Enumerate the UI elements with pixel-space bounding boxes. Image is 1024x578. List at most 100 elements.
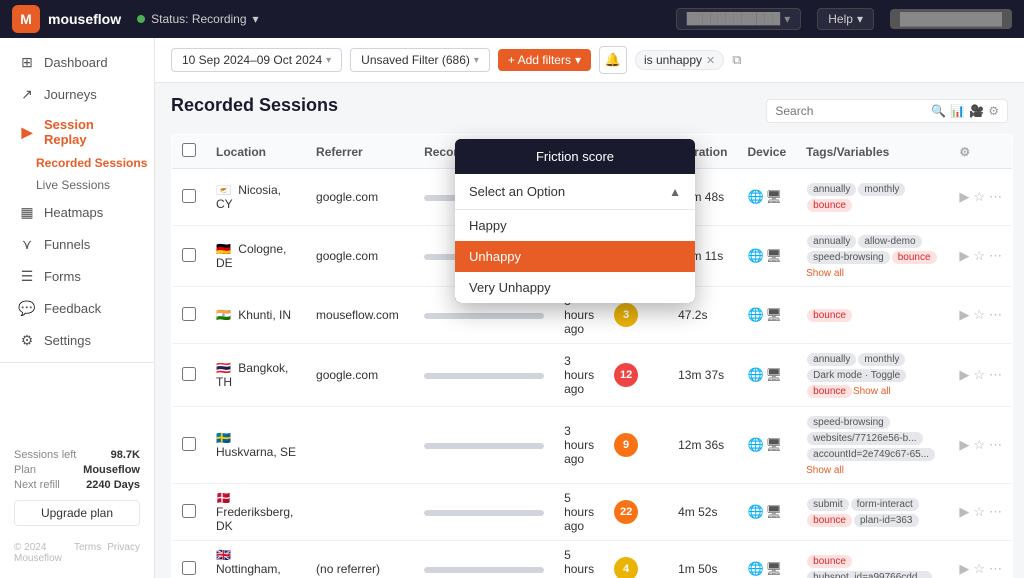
row-checkbox[interactable] <box>182 189 196 203</box>
copy-filter-icon[interactable]: ⧉ <box>732 52 741 68</box>
cell-recording[interactable] <box>414 407 554 484</box>
star-action-icon[interactable]: ☆ <box>973 437 985 453</box>
star-action-icon[interactable]: ☆ <box>973 504 985 520</box>
show-all-link[interactable]: Show all <box>853 386 891 397</box>
row-actions: ▶ ☆ ⋯ <box>959 504 1002 520</box>
tag-pill: form-interact <box>851 498 919 511</box>
play-action-icon[interactable]: ▶ <box>959 504 969 520</box>
sidebar-label-feedback: Feedback <box>44 301 101 316</box>
tag-close-icon[interactable]: ✕ <box>706 54 715 67</box>
row-checkbox[interactable] <box>182 367 196 381</box>
dropdown-select-row[interactable]: Select an Option ▲ <box>455 174 695 210</box>
status-indicator[interactable]: Status: Recording ▾ <box>137 12 258 26</box>
play-action-icon[interactable]: ▶ <box>959 561 969 577</box>
dropdown-option-happy[interactable]: Happy <box>455 210 695 241</box>
cell-recording[interactable] <box>414 484 554 541</box>
row-checkbox[interactable] <box>182 561 196 575</box>
grid-icon[interactable]: ⚙ <box>988 104 999 118</box>
help-label: Help <box>828 12 853 26</box>
star-action-icon[interactable]: ☆ <box>973 367 985 383</box>
upgrade-button[interactable]: Upgrade plan <box>14 500 140 526</box>
sidebar-item-dashboard[interactable]: ⊞ Dashboard <box>4 46 150 78</box>
play-action-icon[interactable]: ▶ <box>959 367 969 383</box>
more-action-icon[interactable]: ⋯ <box>989 367 1002 383</box>
add-filter-button[interactable]: + Add filters ▾ <box>498 49 591 71</box>
play-action-icon[interactable]: ▶ <box>959 307 969 323</box>
more-action-icon[interactable]: ⋯ <box>989 561 1002 577</box>
table-row[interactable]: 🇬🇧 Nottingham, GB (no referrer) 5 hours … <box>172 541 1013 578</box>
sidebar-sub-recorded[interactable]: Recorded Sessions <box>0 154 154 174</box>
select-all-checkbox[interactable] <box>182 143 196 157</box>
show-all-link[interactable]: Show all <box>806 268 844 279</box>
sidebar-item-funnels[interactable]: ⋎ Funnels <box>4 228 150 260</box>
row-checkbox[interactable] <box>182 248 196 262</box>
dropdown-header: Friction score <box>455 139 695 174</box>
show-all-link[interactable]: Show all <box>806 465 844 476</box>
table-header-row: Recorded Sessions 🔍 📊 🎥 ⚙ <box>171 95 1008 126</box>
location-flag: 🇨🇾 <box>216 183 231 197</box>
more-action-icon[interactable]: ⋯ <box>989 504 1002 520</box>
camera-icon[interactable]: 🎥 <box>969 104 984 118</box>
sidebar-item-feedback[interactable]: 💬 Feedback <box>4 292 150 324</box>
location-flag: 🇩🇪 <box>216 242 231 256</box>
table-row[interactable]: 🇹🇭 Bangkok, TH google.com 3 hours ago 12… <box>172 344 1013 407</box>
cell-location: 🇬🇧 Nottingham, GB <box>206 541 306 578</box>
more-action-icon[interactable]: ⋯ <box>989 189 1002 205</box>
tag-pill: speed-browsing <box>807 416 890 429</box>
sidebar-item-heatmaps[interactable]: ▦ Heatmaps <box>4 196 150 228</box>
cell-recording[interactable] <box>414 344 554 407</box>
dropdown-option-very-unhappy[interactable]: Very Unhappy <box>455 272 695 303</box>
privacy-link[interactable]: Privacy <box>107 542 140 564</box>
table-row[interactable]: 🇸🇪 Huskvarna, SE 3 hours ago 9 12m 36s 🌐… <box>172 407 1013 484</box>
dropdown-option-unhappy[interactable]: Unhappy <box>455 241 695 272</box>
sidebar-item-settings[interactable]: ⚙ Settings <box>4 324 150 356</box>
saved-filter-chevron: ▾ <box>474 55 479 66</box>
cell-recording[interactable] <box>414 541 554 578</box>
more-action-icon[interactable]: ⋯ <box>989 248 1002 264</box>
row-checkbox[interactable] <box>182 307 196 321</box>
star-action-icon[interactable]: ☆ <box>973 307 985 323</box>
terms-link[interactable]: Terms <box>74 542 101 564</box>
tag-pill: hubspot_id=a99766cdd... <box>807 571 932 578</box>
more-action-icon[interactable]: ⋯ <box>989 437 1002 453</box>
browser-icon: 🌐 <box>747 367 763 383</box>
search-icon[interactable]: 🔍 <box>931 104 946 118</box>
notification-bell[interactable]: 🔔 <box>599 46 627 74</box>
table-row[interactable]: 🇩🇰 Frederiksberg, DK 5 hours ago 22 4m 5… <box>172 484 1013 541</box>
forms-icon: ☰ <box>18 267 36 285</box>
user-account[interactable]: ████████████ <box>890 9 1012 29</box>
sidebar-item-session-replay[interactable]: ▶ Session Replay <box>4 110 150 154</box>
device-icons: 🌐 🖥 <box>747 437 786 453</box>
filter-bar-input[interactable]: ████████████ ▾ <box>676 8 802 30</box>
star-action-icon[interactable]: ☆ <box>973 248 985 264</box>
star-action-icon[interactable]: ☆ <box>973 561 985 577</box>
friction-badge: 3 <box>614 303 638 327</box>
play-action-icon[interactable]: ▶ <box>959 189 969 205</box>
play-action-icon[interactable]: ▶ <box>959 248 969 264</box>
star-action-icon[interactable]: ☆ <box>973 189 985 205</box>
more-action-icon[interactable]: ⋯ <box>989 307 1002 323</box>
help-button[interactable]: Help ▾ <box>817 8 874 30</box>
tag-pill: bounce <box>807 309 852 322</box>
date-filter-button[interactable]: 10 Sep 2024–09 Oct 2024 ▾ <box>171 48 342 72</box>
sidebar-label-forms: Forms <box>44 269 81 284</box>
cell-referrer: google.com <box>306 169 414 226</box>
location-flag: 🇩🇰 <box>216 491 231 505</box>
col-location: Location <box>206 135 306 169</box>
location-flag: 🇮🇳 <box>216 308 231 322</box>
row-actions: ▶ ☆ ⋯ <box>959 307 1002 323</box>
friction-badge: 12 <box>614 363 638 387</box>
row-checkbox[interactable] <box>182 437 196 451</box>
recording-progress-bar <box>424 313 544 319</box>
saved-filter-button[interactable]: Unsaved Filter (686) ▾ <box>350 48 490 72</box>
table-settings-icon[interactable]: ⚙ <box>959 145 970 159</box>
cell-referrer: mouseflow.com <box>306 287 414 344</box>
tag-pill: bounce <box>807 199 852 212</box>
row-checkbox[interactable] <box>182 504 196 518</box>
chart-icon[interactable]: 📊 <box>950 104 965 118</box>
sidebar-sub-live[interactable]: Live Sessions <box>0 174 154 196</box>
sidebar-item-forms[interactable]: ☰ Forms <box>4 260 150 292</box>
play-action-icon[interactable]: ▶ <box>959 437 969 453</box>
sidebar-item-journeys[interactable]: ↗ Journeys <box>4 78 150 110</box>
search-input[interactable] <box>775 104 925 118</box>
